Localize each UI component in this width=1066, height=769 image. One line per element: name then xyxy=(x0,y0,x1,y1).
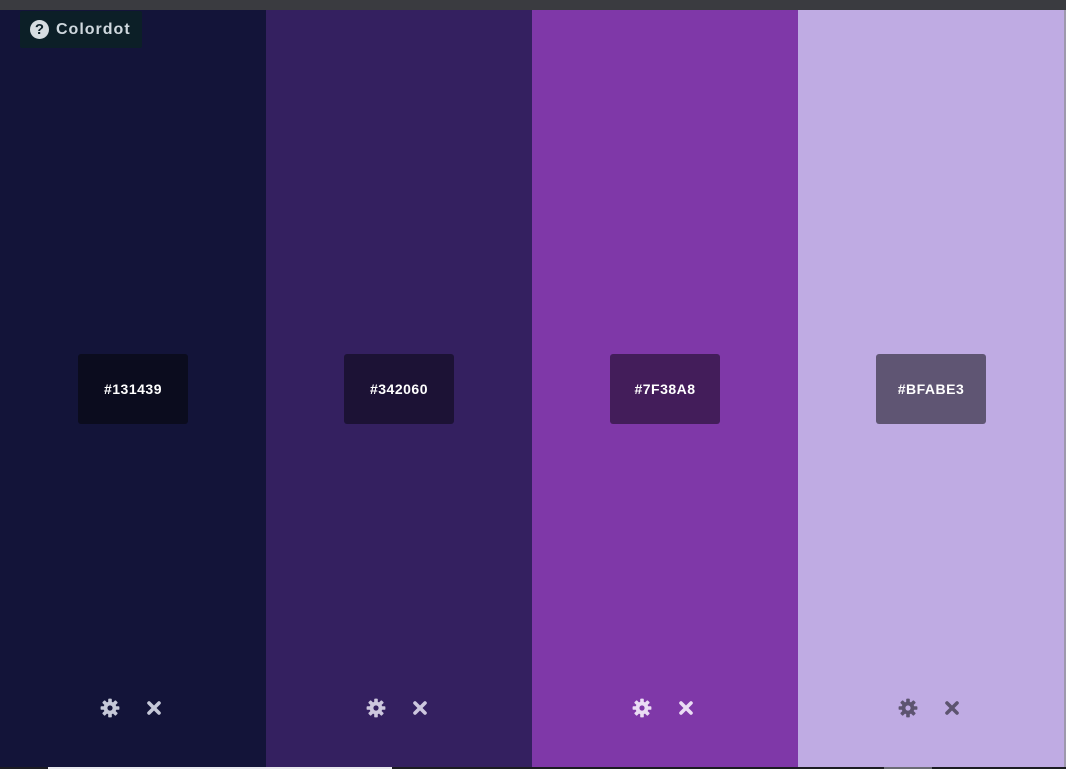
color-palette: #131439 #342060 #7F38A8 #BFABE3 xyxy=(0,10,1064,767)
close-icon[interactable] xyxy=(408,696,432,720)
swatch-controls xyxy=(896,696,964,720)
gear-icon[interactable] xyxy=(896,696,920,720)
browser-top-bar xyxy=(0,0,1066,10)
swatch-controls xyxy=(98,696,166,720)
hex-code-label[interactable]: #342060 xyxy=(344,354,454,424)
color-swatch[interactable]: #342060 xyxy=(266,10,532,767)
brand-label: Colordot xyxy=(56,20,131,38)
gear-icon[interactable] xyxy=(364,696,388,720)
gear-icon[interactable] xyxy=(98,696,122,720)
hex-code-label[interactable]: #7F38A8 xyxy=(610,354,720,424)
close-icon[interactable] xyxy=(940,696,964,720)
hex-code-label[interactable]: #BFABE3 xyxy=(876,354,986,424)
color-swatch[interactable]: #131439 xyxy=(0,10,266,767)
question-circle-icon: ? xyxy=(30,20,49,39)
close-icon[interactable] xyxy=(674,696,698,720)
swatch-controls xyxy=(630,696,698,720)
color-swatch[interactable]: #7F38A8 xyxy=(532,10,798,767)
colordot-help-button[interactable]: ? Colordot xyxy=(20,11,142,48)
color-swatch[interactable]: #BFABE3 xyxy=(798,10,1064,767)
gear-icon[interactable] xyxy=(630,696,654,720)
close-icon[interactable] xyxy=(142,696,166,720)
swatch-controls xyxy=(364,696,432,720)
hex-code-label[interactable]: #131439 xyxy=(78,354,188,424)
